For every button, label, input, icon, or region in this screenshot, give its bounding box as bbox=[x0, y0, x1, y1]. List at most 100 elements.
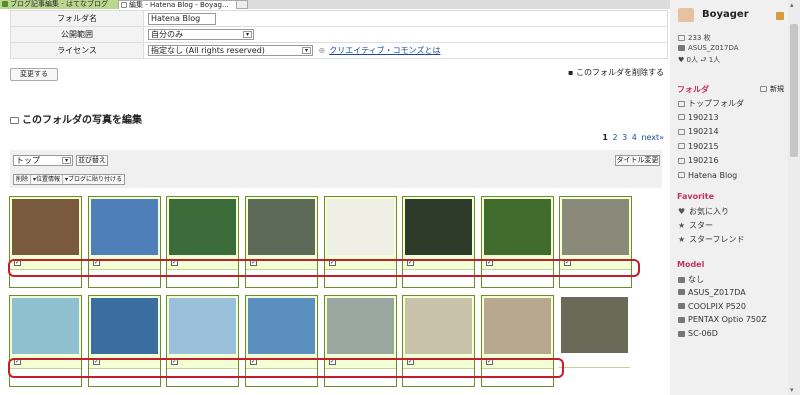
folder-name-input[interactable]: Hatena Blog bbox=[148, 12, 216, 25]
sidebar-folder-item-label: 190213 bbox=[688, 112, 719, 122]
sidebar-folder-item-label: 190215 bbox=[688, 141, 719, 151]
folder-form: フォルダ名 Hatena Blog 公開範囲 自分のみ ▾ ライセンス 指定なし … bbox=[10, 10, 668, 59]
creative-commons-link[interactable]: クリエイティブ・コモンズとは bbox=[329, 46, 440, 55]
tab-label: 編集 - Hatena Blog - Boyag... bbox=[129, 1, 229, 9]
page-link[interactable]: 2 bbox=[612, 133, 617, 142]
visibility-select[interactable]: 自分のみ ▾ bbox=[148, 29, 254, 40]
new-folder-link[interactable]: 新規 bbox=[760, 84, 784, 94]
license-select[interactable]: 指定なし (All rights reserved) ▾ bbox=[148, 45, 313, 56]
sidebar-model-item[interactable]: SC-06D bbox=[678, 329, 718, 338]
next-page-link[interactable]: next» bbox=[641, 133, 664, 142]
photo-meta bbox=[559, 367, 630, 385]
scroll-down-icon[interactable]: ▾ bbox=[790, 386, 794, 394]
sidebar-model-item-label: PENTAX Optio 750Z bbox=[688, 315, 767, 325]
photo-thumbnail[interactable] bbox=[248, 298, 315, 354]
camera-icon bbox=[678, 289, 685, 296]
sidebar-favorite-item-label: お気に入り bbox=[689, 207, 729, 216]
sidebar-folder-item[interactable]: 190215 bbox=[678, 142, 719, 151]
photo-thumbnail[interactable] bbox=[562, 199, 629, 255]
new-tab-button[interactable] bbox=[236, 0, 248, 9]
checkbox-highlight-row-1 bbox=[8, 259, 640, 277]
sidebar-favorite-item[interactable]: ★ スターフレンド bbox=[678, 234, 745, 245]
folder-icon bbox=[678, 128, 685, 135]
sidebar-folder-item-label: 190216 bbox=[688, 156, 719, 165]
tab-fotolife-edit[interactable]: 編集 - Hatena Blog - Boyag... × bbox=[118, 0, 246, 9]
badge-icon bbox=[776, 12, 784, 20]
scrollbar-thumb[interactable] bbox=[790, 24, 798, 157]
sidebar-folder-item[interactable]: 190213 bbox=[678, 113, 719, 122]
folder-icon bbox=[678, 157, 685, 164]
tab-blog-edit[interactable]: ブログ記事編集 - はてなブログ bbox=[0, 0, 118, 9]
hatena-icon bbox=[2, 1, 8, 7]
photo-thumbnail[interactable] bbox=[405, 298, 472, 354]
photo-thumbnail[interactable] bbox=[327, 298, 394, 354]
folder-icon bbox=[678, 143, 685, 149]
sidebar-folder-item[interactable]: 190216 bbox=[678, 156, 719, 165]
photo-thumbnail[interactable] bbox=[484, 298, 551, 354]
folder-heading: フォルダ bbox=[677, 85, 709, 94]
sidebar-model-item[interactable]: COOLPIX P520 bbox=[678, 302, 746, 311]
sort-select-value: トップ bbox=[16, 156, 40, 165]
delete-button[interactable]: 削除 bbox=[14, 175, 32, 184]
delete-folder-label: このフォルダを削除する bbox=[576, 68, 664, 77]
photo-thumbnail[interactable] bbox=[169, 199, 236, 255]
sort-select[interactable]: トップ ▾ bbox=[13, 155, 73, 166]
photo-thumbnail[interactable] bbox=[169, 298, 236, 354]
folder-icon bbox=[678, 172, 685, 178]
photo-count: 233 枚 bbox=[678, 33, 711, 43]
photo-thumbnail[interactable] bbox=[91, 298, 158, 354]
checkbox-highlight-row-2 bbox=[8, 358, 564, 378]
sidebar-folder-item[interactable]: 190214 bbox=[678, 127, 719, 136]
page-link[interactable]: 3 bbox=[622, 133, 627, 142]
folder-name-label: フォルダ名 bbox=[10, 10, 144, 27]
sidebar-folder-item[interactable]: Hatena Blog bbox=[678, 171, 737, 180]
delete-folder-link[interactable]: ▪ このフォルダを削除する bbox=[568, 67, 664, 78]
photo-thumbnail[interactable] bbox=[327, 199, 394, 255]
section-title-text: このフォルダの写真を編集 bbox=[22, 115, 142, 126]
photo-thumbnail[interactable] bbox=[12, 298, 79, 354]
action-buttons: 削除 ▾位置情報 ▾ブログに貼り付ける bbox=[13, 174, 126, 185]
paste-to-blog-button[interactable]: ▾ブログに貼り付ける bbox=[63, 175, 124, 184]
sidebar-favorite-item-label: スター bbox=[689, 221, 713, 230]
user-name[interactable]: Boyager bbox=[702, 9, 749, 20]
location-button[interactable]: ▾位置情報 bbox=[31, 175, 64, 184]
sidebar-favorite-item-label: スターフレンド bbox=[689, 235, 745, 244]
photo-toolbar: トップ ▾ 並び替え タイトル変更 削除 ▾位置情報 ▾ブログに貼り付ける bbox=[10, 150, 662, 188]
sidebar-model-item[interactable]: なし bbox=[678, 274, 704, 285]
sidebar-folder-item-label: トップフォルダ bbox=[688, 99, 744, 108]
photo-thumbnail[interactable] bbox=[405, 199, 472, 255]
change-title-button[interactable]: タイトル変更 bbox=[615, 155, 660, 166]
photo-thumbnail[interactable] bbox=[91, 199, 158, 255]
sidebar-favorite-item[interactable]: ♥ お気に入り bbox=[678, 206, 729, 217]
vertical-scrollbar[interactable]: ▴ ▾ bbox=[788, 0, 800, 395]
fan-counts: ♥ 0人 ⮐ 1人 bbox=[678, 56, 721, 64]
photo-thumbnail[interactable] bbox=[484, 199, 551, 255]
photo-thumbnail[interactable] bbox=[248, 199, 315, 255]
folder-icon bbox=[10, 116, 19, 124]
star-icon: ★ bbox=[678, 235, 686, 244]
sidebar-model-item-label: COOLPIX P520 bbox=[688, 301, 746, 311]
scroll-up-icon[interactable]: ▴ bbox=[790, 1, 794, 9]
camera-icon bbox=[678, 45, 685, 51]
camera-name-text: ASUS_Z017DA bbox=[688, 44, 739, 52]
camera-icon bbox=[678, 276, 685, 283]
photo-thumbnail[interactable] bbox=[12, 199, 79, 255]
sidebar-model-item[interactable]: ASUS_Z017DA bbox=[678, 288, 746, 297]
sidebar-model-item[interactable]: PENTAX Optio 750Z bbox=[678, 315, 767, 324]
sidebar-model-item-label: ASUS_Z017DA bbox=[688, 287, 746, 297]
sidebar-favorite-item[interactable]: ★ スター bbox=[678, 220, 713, 231]
avatar[interactable] bbox=[678, 8, 694, 22]
section-title: このフォルダの写真を編集 bbox=[10, 111, 142, 126]
sort-button[interactable]: 並び替え bbox=[76, 155, 108, 166]
folder-icon bbox=[678, 100, 685, 107]
visibility-label: 公開範囲 bbox=[10, 26, 144, 43]
change-button[interactable]: 変更する bbox=[10, 68, 58, 81]
photo-thumbnail[interactable] bbox=[561, 297, 628, 353]
page-icon bbox=[121, 2, 127, 8]
heart-icon: ♥ bbox=[678, 207, 686, 216]
sidebar-folder-item[interactable]: トップフォルダ bbox=[678, 98, 744, 109]
photo-cell[interactable] bbox=[559, 295, 632, 387]
visibility-value: 自分のみ bbox=[151, 30, 183, 39]
page-link[interactable]: 4 bbox=[632, 133, 637, 142]
trash-icon: ▪ bbox=[568, 68, 574, 77]
